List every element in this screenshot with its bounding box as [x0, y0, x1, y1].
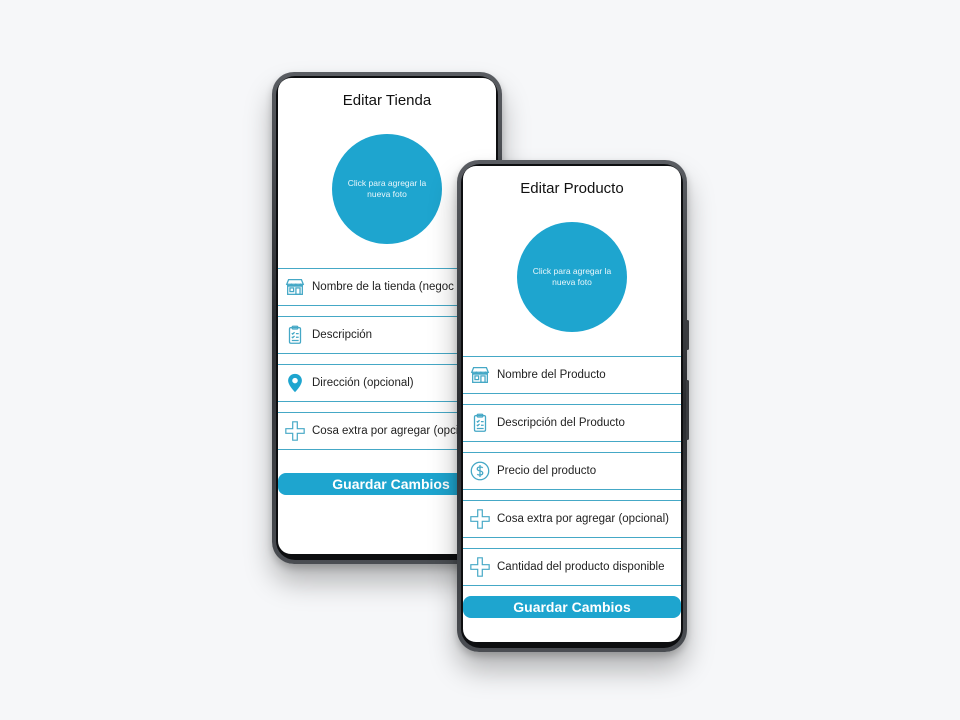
field-label: Precio del producto: [497, 465, 597, 477]
phone-producto: Editar Producto Click para agregar la nu…: [457, 160, 689, 652]
field-product-extra[interactable]: Cosa extra por agregar (opcional): [463, 500, 681, 538]
dollar-icon: [470, 461, 490, 481]
field-label: Cosa extra por agregar (opcional): [497, 513, 669, 525]
plus-icon: [470, 557, 490, 577]
photo-hint: Click para agregar la nueva foto: [347, 178, 427, 199]
field-label: Descripción: [312, 329, 373, 341]
field-product-quantity[interactable]: Cantidad del producto disponible: [463, 548, 681, 586]
field-label: Descripción del Producto: [497, 417, 625, 429]
page-title: Editar Tienda: [342, 92, 432, 109]
photo-hint: Click para agregar la nueva foto: [532, 266, 612, 287]
clipboard-icon: [473, 413, 487, 432]
field-product-description[interactable]: Descripción del Producto: [463, 404, 681, 442]
store-icon: [470, 367, 490, 383]
store-photo-picker[interactable]: Click para agregar la nueva foto: [332, 134, 442, 244]
screen-editar-producto: Editar Producto Click para agregar la nu…: [463, 166, 681, 642]
page-title: Editar Producto: [520, 180, 624, 197]
field-label: Nombre de la tienda (negoc: [312, 281, 454, 293]
field-label: Cantidad del producto disponible: [497, 561, 665, 573]
field-product-price[interactable]: Precio del producto: [463, 452, 681, 490]
save-button[interactable]: Guardar Cambios: [463, 596, 681, 618]
field-label: Cosa extra por agregar (opci: [312, 425, 459, 437]
field-label: Dirección (opcional): [312, 377, 414, 389]
location-pin-icon: [288, 373, 302, 393]
field-product-name[interactable]: Nombre del Producto: [463, 356, 681, 394]
store-icon: [285, 279, 305, 295]
product-photo-picker[interactable]: Click para agregar la nueva foto: [517, 222, 627, 332]
plus-icon: [470, 509, 490, 529]
field-label: Nombre del Producto: [497, 369, 606, 381]
clipboard-icon: [288, 325, 302, 344]
plus-icon: [285, 421, 305, 441]
side-button: [686, 320, 689, 350]
side-button: [686, 380, 689, 440]
